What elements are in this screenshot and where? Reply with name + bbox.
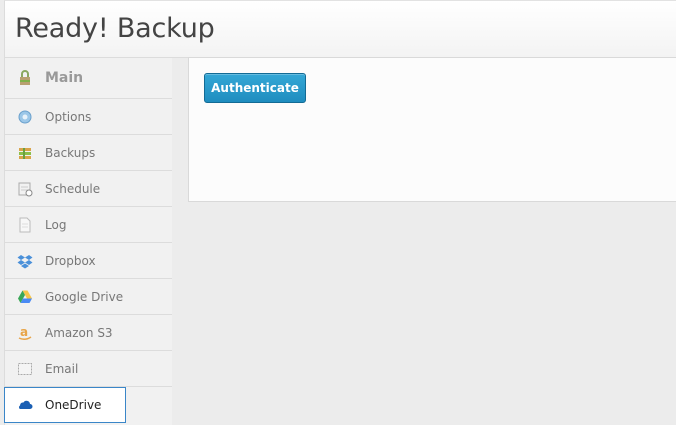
app-header: Ready! Backup bbox=[4, 0, 676, 58]
svg-text:a: a bbox=[20, 325, 28, 339]
sidebar-item-backups[interactable]: Backups bbox=[5, 135, 172, 171]
main-icon bbox=[17, 70, 33, 86]
options-icon bbox=[17, 109, 33, 125]
onedrive-panel: Authenticate bbox=[188, 57, 676, 202]
dropbox-icon bbox=[17, 253, 33, 269]
sidebar-item-label: Google Drive bbox=[45, 289, 124, 304]
sidebar-item-label: Backups bbox=[45, 145, 96, 160]
authenticate-button[interactable]: Authenticate bbox=[204, 73, 306, 103]
sidebar-item-schedule[interactable]: Schedule bbox=[5, 171, 172, 207]
page-title: Ready! Backup bbox=[15, 13, 215, 44]
google-drive-icon bbox=[17, 289, 33, 305]
schedule-icon bbox=[17, 181, 33, 197]
sidebar-item-label: Schedule bbox=[45, 181, 101, 196]
onedrive-icon bbox=[17, 397, 33, 413]
sidebar-item-email[interactable]: Email bbox=[5, 351, 172, 387]
sidebar-item-label: Dropbox bbox=[45, 253, 96, 268]
log-icon bbox=[17, 217, 33, 233]
sidebar-item-label: OneDrive bbox=[45, 398, 102, 412]
sidebar-item-label: Email bbox=[45, 361, 79, 376]
sidebar-item-main[interactable]: Main bbox=[5, 58, 172, 99]
sidebar-item-label: Log bbox=[45, 217, 67, 232]
sidebar-item-onedrive[interactable]: OneDrive bbox=[4, 387, 126, 423]
sidebar-item-dropbox[interactable]: Dropbox bbox=[5, 243, 172, 279]
sidebar-item-label: Options bbox=[45, 109, 92, 124]
email-icon bbox=[17, 361, 33, 377]
sidebar-item-google-drive[interactable]: Google Drive bbox=[5, 279, 172, 315]
sidebar-item-options[interactable]: Options bbox=[5, 99, 172, 135]
sidebar-item-log[interactable]: Log bbox=[5, 207, 172, 243]
backups-icon bbox=[17, 145, 33, 161]
sidebar-item-amazon-s3[interactable]: a Amazon S3 bbox=[5, 315, 172, 351]
sidebar-item-label: Main bbox=[45, 70, 84, 86]
sidebar-item-label: Amazon S3 bbox=[45, 325, 113, 340]
sidebar: Main Options Backups Schedule Log Dropbo… bbox=[4, 58, 172, 425]
amazon-s3-icon: a bbox=[17, 325, 33, 341]
